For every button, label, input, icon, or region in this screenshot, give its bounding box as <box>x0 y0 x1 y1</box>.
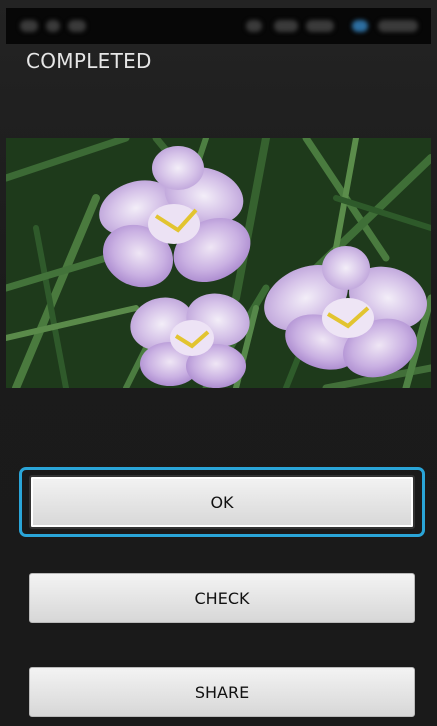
notification-icon <box>20 20 38 32</box>
status-bar <box>6 8 431 44</box>
wifi-icon <box>274 20 298 32</box>
check-button[interactable]: CHECK <box>29 573 415 623</box>
notification-icon <box>68 20 86 32</box>
signal-icon <box>246 20 262 32</box>
clock-display <box>378 20 418 32</box>
battery-icon <box>306 20 334 32</box>
captured-photo <box>6 138 431 388</box>
check-button-label: CHECK <box>194 588 250 608</box>
sync-icon <box>352 20 368 32</box>
ok-button[interactable]: OK <box>29 475 415 529</box>
app-screen: COMPLETED OK CHECK SHARE <box>0 0 437 726</box>
ok-button-label: OK <box>210 492 234 512</box>
share-button-label: SHARE <box>194 682 250 702</box>
page-title: COMPLETED <box>26 49 152 73</box>
share-button[interactable]: SHARE <box>29 667 415 717</box>
notification-icon <box>46 20 60 32</box>
